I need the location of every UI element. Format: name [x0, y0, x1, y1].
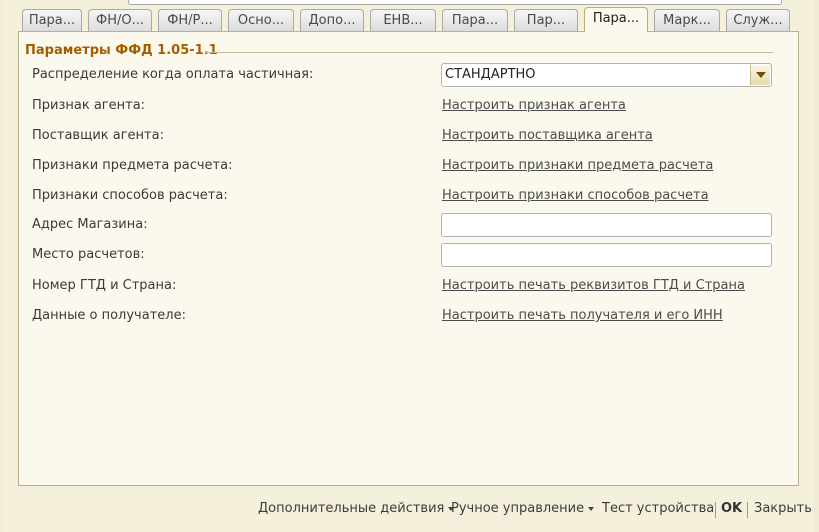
method-signs-label: Признаки способов расчета: — [32, 188, 228, 203]
row-settlement-place: Место расчетов: — [19, 243, 798, 267]
manual-control-menu[interactable]: Ручное управление — [451, 501, 595, 516]
additional-actions-menu[interactable]: Дополнительные действия — [258, 501, 455, 516]
partial-payment-label: Распределение когда оплата частичная: — [32, 67, 314, 82]
bottom-toolbar: Дополнительные действия Ручное управлени… — [0, 496, 819, 524]
dropdown-button[interactable] — [750, 65, 770, 85]
tab-10[interactable]: Марк... — [654, 9, 720, 31]
tab-7[interactable]: Пара... — [442, 9, 508, 31]
partial-payment-select[interactable]: СТАНДАРТНО — [441, 63, 772, 87]
additional-actions-label: Дополнительные действия — [258, 501, 445, 516]
recipient-data-link[interactable]: Настроить печать получателя и его ИНН — [442, 308, 723, 323]
recipient-data-label: Данные о получателе: — [32, 308, 186, 323]
window-right-edge — [814, 0, 819, 532]
ok-button[interactable]: OK — [721, 501, 742, 516]
tab-11[interactable]: Служ... — [726, 9, 790, 31]
row-agent-supplier: Поставщик агента: Настроить поставщика а… — [19, 124, 798, 148]
group-divider — [205, 52, 773, 53]
tab-6[interactable]: ЕНВ... — [370, 9, 436, 31]
agent-sign-link[interactable]: Настроить признак агента — [442, 98, 626, 113]
method-signs-link[interactable]: Настроить признаки способов расчета — [442, 188, 709, 203]
row-partial-payment: Распределение когда оплата частичная: СТ… — [19, 63, 798, 87]
row-gtd-country: Номер ГТД и Страна: Настроить печать рек… — [19, 274, 798, 298]
close-button[interactable]: Закрыть — [754, 501, 812, 516]
group-title: Параметры ФФД 1.05-1.1 — [25, 43, 218, 58]
settlement-place-input[interactable] — [441, 243, 772, 267]
store-address-label: Адрес Магазина: — [32, 217, 148, 232]
tab-1[interactable]: Пара... — [22, 9, 82, 31]
store-address-input[interactable] — [441, 213, 772, 237]
subject-signs-label: Признаки предмета расчета: — [32, 158, 233, 173]
tab-2[interactable]: ФН/О... — [88, 9, 152, 31]
tab-8[interactable]: Пар... — [514, 9, 578, 31]
row-store-address: Адрес Магазина: — [19, 213, 798, 237]
gtd-country-label: Номер ГТД и Страна: — [32, 278, 177, 293]
chevron-down-icon — [756, 72, 766, 78]
agent-supplier-label: Поставщик агента: — [32, 128, 164, 143]
caret-down-icon — [588, 506, 595, 511]
top-input-field[interactable] — [128, 0, 782, 5]
settlement-place-label: Место расчетов: — [32, 247, 145, 262]
tab-content-panel: Параметры ФФД 1.05-1.1 Распределение ког… — [18, 31, 799, 486]
row-subject-signs: Признаки предмета расчета: Настроить при… — [19, 154, 798, 178]
row-method-signs: Признаки способов расчета: Настроить при… — [19, 184, 798, 208]
test-device-button[interactable]: Тест устройства — [602, 501, 714, 516]
agent-sign-label: Признак агента: — [32, 98, 146, 113]
agent-supplier-link[interactable]: Настроить поставщика агента — [442, 128, 653, 143]
partial-payment-value: СТАНДАРТНО — [445, 67, 536, 82]
tab-4[interactable]: Осно... — [228, 9, 294, 31]
gtd-country-link[interactable]: Настроить печать реквизитов ГТД и Страна — [442, 278, 745, 293]
tab-9-active[interactable]: Пара... — [584, 7, 648, 32]
tab-bar: Пара... ФН/О... ФН/Р... Осно... Допо... … — [0, 7, 819, 32]
subject-signs-link[interactable]: Настроить признаки предмета расчета — [442, 158, 713, 173]
row-agent-sign: Признак агента: Настроить признак агента — [19, 94, 798, 118]
toolbar-separator — [747, 502, 748, 518]
window-left-edge — [0, 0, 4, 532]
tab-5[interactable]: Допо... — [300, 9, 364, 31]
row-recipient-data: Данные о получателе: Настроить печать по… — [19, 304, 798, 328]
toolbar-separator — [715, 502, 716, 518]
manual-control-label: Ручное управление — [451, 501, 585, 516]
tab-3[interactable]: ФН/Р... — [158, 9, 222, 31]
